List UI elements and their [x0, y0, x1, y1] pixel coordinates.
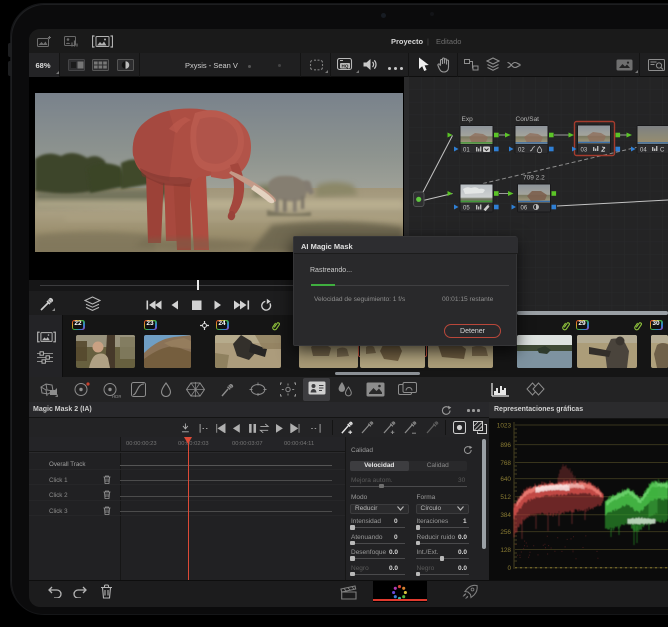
- svg-text:04: 04: [640, 148, 647, 154]
- svg-text:512: 512: [500, 494, 511, 501]
- svg-text:03: 03: [581, 148, 588, 154]
- svg-text:Exp: Exp: [462, 116, 474, 123]
- svg-text:01: 01: [463, 148, 470, 154]
- svg-text:HDR: HDR: [112, 394, 121, 399]
- svg-text:1023: 1023: [497, 423, 512, 430]
- svg-text:768: 768: [500, 460, 511, 467]
- svg-text:709 2.2: 709 2.2: [523, 175, 545, 182]
- svg-text:Con/Sat: Con/Sat: [516, 116, 540, 123]
- svg-text:C: C: [660, 148, 665, 154]
- svg-text:256: 256: [500, 529, 511, 536]
- svg-text:640: 640: [500, 476, 511, 483]
- svg-text:05: 05: [463, 206, 470, 212]
- svg-text:02: 02: [518, 148, 525, 154]
- svg-text:06: 06: [521, 206, 528, 212]
- svg-text:384: 384: [500, 512, 511, 519]
- svg-text:0: 0: [507, 565, 511, 572]
- svg-text:128: 128: [500, 547, 511, 554]
- svg-text:896: 896: [500, 442, 511, 449]
- svg-text:HQ: HQ: [342, 64, 349, 69]
